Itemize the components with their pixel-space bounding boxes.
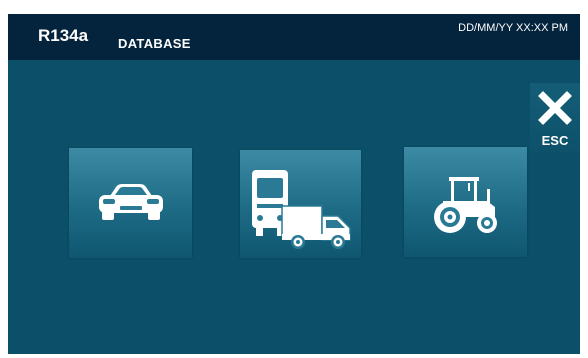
tractor-icon	[434, 177, 497, 233]
datetime-display: DD/MM/YY XX:XX PM	[458, 22, 568, 34]
page-title: DATABASE	[118, 36, 191, 51]
vehicle-car-button[interactable]	[69, 148, 192, 258]
vehicle-tractor-button[interactable]	[404, 147, 527, 257]
vehicle-bus-truck-button[interactable]	[240, 150, 361, 258]
header-bar: R134a DATABASE DD/MM/YY XX:XX PM	[8, 14, 580, 60]
esc-button[interactable]: ESC	[530, 83, 580, 153]
car-icon	[99, 184, 163, 220]
esc-label: ESC	[541, 133, 569, 148]
bus-truck-icon	[252, 170, 351, 249]
refrigerant-label: R134a	[38, 26, 89, 45]
app-screen: R134a DATABASE DD/MM/YY XX:XX PM ESC	[8, 14, 580, 354]
close-x-icon	[538, 91, 572, 125]
